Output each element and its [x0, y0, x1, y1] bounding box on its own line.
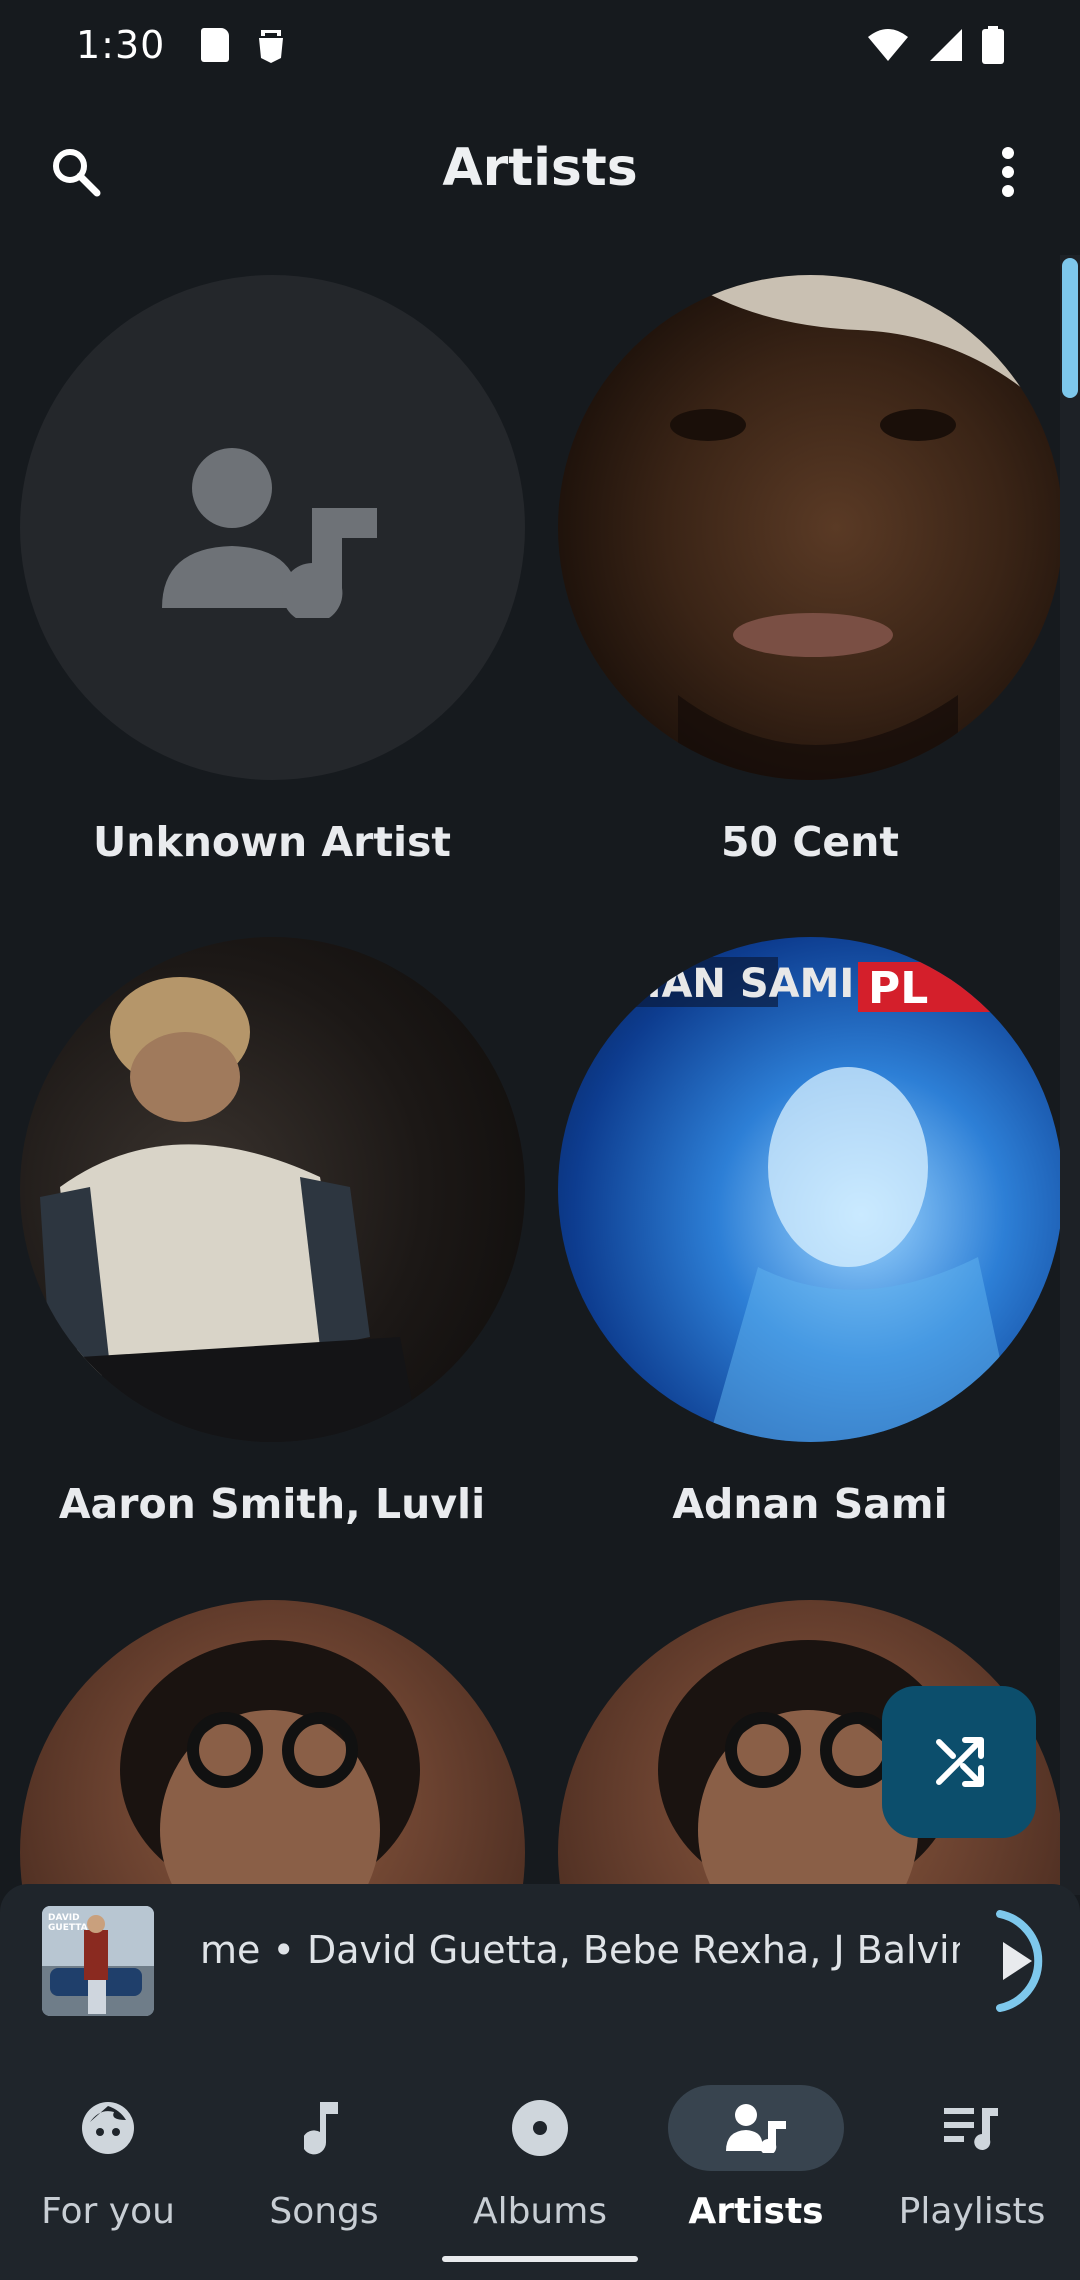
- nav-icon-container: [668, 2085, 844, 2171]
- now-playing-text: me • David Guetta, Bebe Rexha, J Balvin: [200, 1928, 960, 1972]
- play-icon: [996, 1910, 1043, 2012]
- artist-card-adnan-sami[interactable]: HAN SAMI PL Adnan Sami: [555, 937, 1060, 1528]
- scrollbar-thumb[interactable]: [1062, 258, 1078, 398]
- artist-name: Unknown Artist: [92, 818, 452, 866]
- nav-label: Artists: [688, 2191, 824, 2232]
- artist-card-5[interactable]: [17, 1600, 527, 1885]
- scrollbar-track[interactable]: [1060, 255, 1080, 1895]
- album-icon: [512, 2100, 568, 2156]
- vpn-shield-icon: [259, 30, 284, 63]
- nav-playlists[interactable]: Playlists: [864, 2063, 1080, 2243]
- nav-icon-container: [20, 2085, 196, 2171]
- album-cover: DAVID GUETTA: [42, 1906, 154, 2016]
- artist-avatar: [19, 275, 525, 780]
- wifi-icon: [868, 29, 908, 61]
- artist-avatar: [557, 275, 1060, 780]
- shuffle-icon: [936, 1737, 984, 1787]
- battery-icon: [982, 26, 1004, 64]
- nav-label: For you: [41, 2191, 175, 2232]
- svg-text:DAVID: DAVID: [48, 1913, 80, 1923]
- artist-card-aaron-smith[interactable]: Aaron Smith, Luvli: [17, 937, 527, 1528]
- music-note-icon: [304, 2102, 338, 2155]
- artist-name: Aaron Smith, Luvli: [58, 1480, 486, 1528]
- artist-card-unknown[interactable]: Unknown Artist: [17, 275, 527, 866]
- artist-photo: HAN SAMI PL: [617, 957, 1018, 1442]
- nav-artists[interactable]: Artists: [648, 2063, 864, 2243]
- more-vert-icon: [1002, 147, 1014, 197]
- svg-text:GUETTA: GUETTA: [48, 1923, 88, 1933]
- nav-icon-container: [452, 2085, 628, 2171]
- artist-name: 50 Cent: [720, 818, 899, 866]
- nav-label: Playlists: [898, 2191, 1046, 2232]
- artist-avatar: [19, 1600, 525, 1885]
- nav-icon-container: [236, 2085, 412, 2171]
- artist-photo: [39, 977, 420, 1442]
- sd-card-icon: [201, 28, 230, 62]
- artist-avatar: [19, 937, 525, 1442]
- nav-songs[interactable]: Songs: [216, 2063, 432, 2243]
- artist-photo: [119, 1640, 420, 1885]
- artist-icon: [726, 2104, 786, 2153]
- face-icon: [82, 2102, 134, 2154]
- status-bar: 1:30: [0, 0, 1080, 90]
- nav-albums[interactable]: Albums: [432, 2063, 648, 2243]
- play-button[interactable]: [970, 1904, 1070, 2018]
- gesture-home-indicator[interactable]: [442, 2256, 638, 2262]
- top-app-bar: Artists: [0, 120, 1080, 220]
- overflow-menu-button[interactable]: [976, 140, 1040, 204]
- artist-placeholder-icon: [162, 447, 377, 618]
- svg-text:HAN SAMI: HAN SAMI: [628, 961, 854, 1007]
- status-time: 1:30: [76, 23, 166, 67]
- bottom-navigation: For you Songs Albums Artists Playlists: [0, 2039, 1080, 2280]
- artist-grid: Unknown Artist 50 Cent Aaron Smith, Luvl…: [0, 275, 1060, 1885]
- svg-text:PL: PL: [868, 963, 928, 1014]
- artist-name: Adnan Sami: [672, 1480, 948, 1528]
- nav-icon-container: [884, 2085, 1060, 2171]
- artist-avatar: HAN SAMI PL: [557, 937, 1060, 1442]
- nav-for-you[interactable]: For you: [0, 2063, 216, 2243]
- artist-photo: [669, 275, 1060, 780]
- nav-label: Albums: [472, 2191, 608, 2232]
- signal-icon: [930, 29, 962, 61]
- shuffle-button[interactable]: [882, 1686, 1036, 1838]
- page-title: Artists: [442, 138, 638, 198]
- artist-card-50-cent[interactable]: 50 Cent: [555, 275, 1060, 866]
- mini-player[interactable]: DAVID GUETTA me • David Guetta, Bebe Rex…: [0, 1884, 1080, 2039]
- nav-label: Songs: [269, 2191, 379, 2232]
- playlist-icon: [944, 2108, 998, 2150]
